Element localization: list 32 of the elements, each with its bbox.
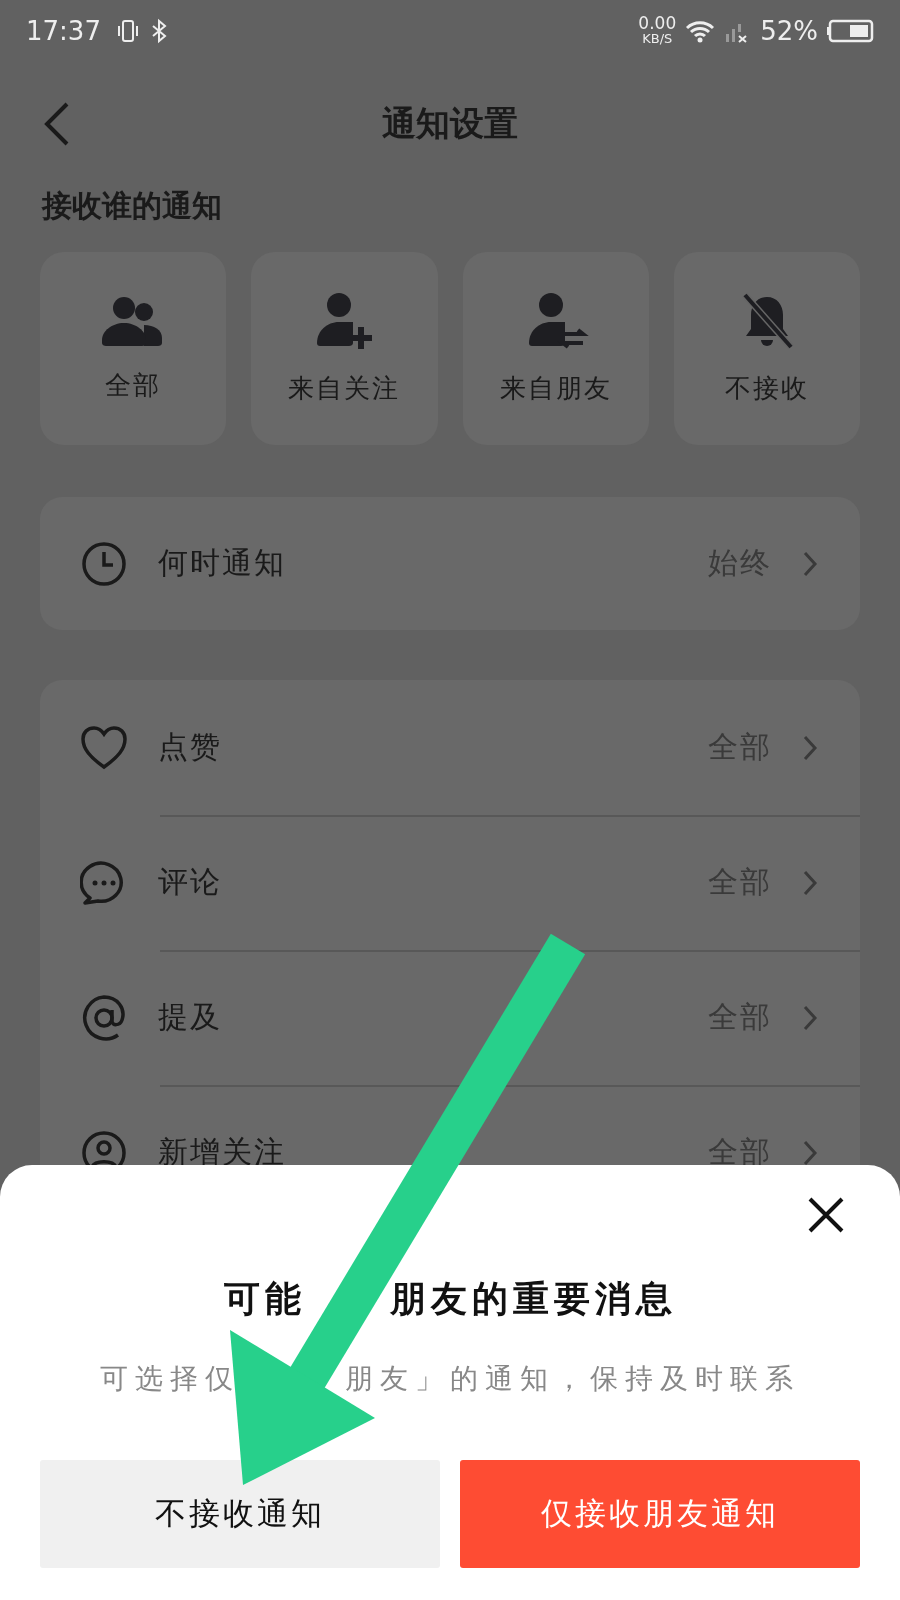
audience-option[interactable]: 来自关注 xyxy=(251,252,438,445)
at-icon xyxy=(80,993,128,1042)
audience-option[interactable]: 全部 xyxy=(40,252,227,445)
heart-icon xyxy=(80,724,128,771)
chevron-icon xyxy=(802,549,818,578)
confirm-button[interactable]: 仅接收朋友通知 xyxy=(460,1460,860,1568)
chevron-icon xyxy=(802,868,818,897)
row-label: 何时通知 xyxy=(158,544,287,582)
audience-option[interactable]: 来自朋友 xyxy=(462,252,649,445)
sheet-title: 可能 xyxy=(223,1276,306,1321)
clock-icon xyxy=(80,539,128,588)
row-label: 新增关注 xyxy=(158,1133,287,1171)
chevron-icon xyxy=(802,1138,818,1167)
battery-icon xyxy=(826,18,874,44)
audience-option[interactable]: 不接收 xyxy=(673,252,860,445)
decline-button[interactable]: 不接收通知 xyxy=(40,1460,440,1568)
chevron-icon xyxy=(802,1003,818,1032)
net-speed: 0.00 xyxy=(638,15,677,31)
sheet-title: 朋友的重要消息 xyxy=(389,1276,677,1321)
net-unit: KB/S xyxy=(642,31,673,47)
wifi-icon xyxy=(684,18,717,44)
sheet-subtitle: 朋友」的通知，保持及时联系 xyxy=(345,1361,800,1397)
sheet-subtitle: 可选择仅 xyxy=(100,1361,240,1397)
battery-percent: 52% xyxy=(760,16,818,46)
row-label: 提及 xyxy=(158,998,223,1036)
row-label: 评论 xyxy=(158,863,223,901)
chevron-icon xyxy=(802,733,818,762)
section-label: 接收谁的通知 xyxy=(40,187,223,225)
status-time: 17:37 xyxy=(26,16,101,46)
page-title: 通知设置 xyxy=(382,102,518,145)
row-label: 点赞 xyxy=(158,728,223,766)
close-icon[interactable] xyxy=(806,1195,846,1235)
